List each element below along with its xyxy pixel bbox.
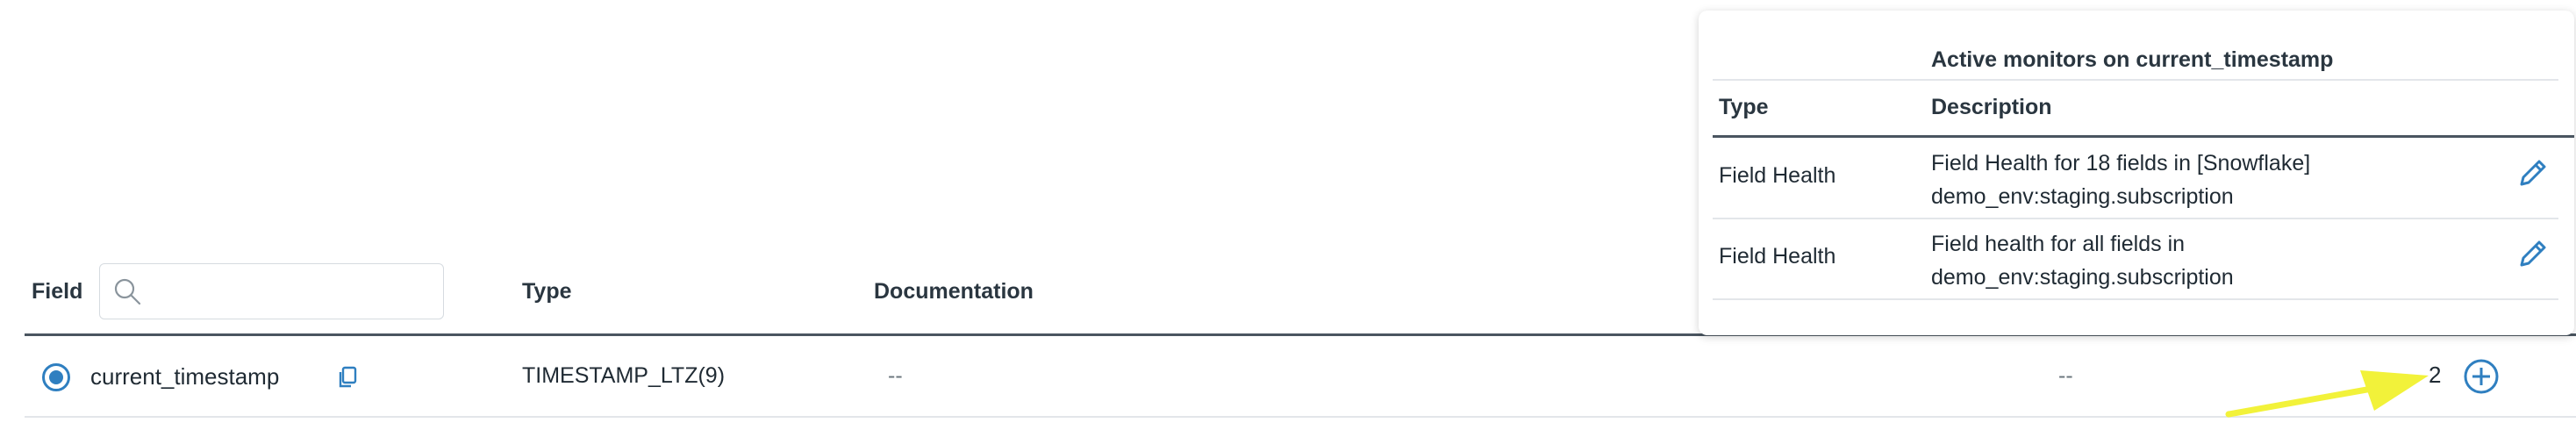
monitor-description-line: Field Health for 18 fields in [Snowflake…: [1931, 151, 2311, 176]
search-icon: [114, 278, 141, 305]
copy-icon[interactable]: [335, 364, 361, 391]
popover-header-divider: [1713, 135, 2574, 138]
row-select-radio[interactable]: [42, 363, 70, 391]
active-monitors-popover: Active monitors on current_timestamp Typ…: [1699, 11, 2574, 335]
popover-title-divider: [1713, 79, 2558, 81]
popover-type-header: Type: [1719, 95, 1769, 119]
field-type: TIMESTAMP_LTZ(9): [522, 363, 726, 388]
popover-title: Active monitors on current_timestamp: [1931, 47, 2334, 72]
field-name: current_timestamp: [90, 363, 280, 390]
page: Field Type Documentation current_timesta…: [0, 0, 2576, 430]
monitor-description-line: Field health for all fields in: [1931, 232, 2186, 256]
arrow-annotation: [2225, 370, 2429, 418]
popover-description-header: Description: [1931, 95, 2052, 119]
field-search-box[interactable]: [99, 263, 444, 319]
monitor-row-divider: [1713, 218, 2558, 219]
monitor-description-line: demo_env:staging.subscription: [1931, 265, 2234, 290]
monitor-type: Field Health: [1719, 163, 1836, 188]
edit-pencil-icon[interactable]: [2515, 235, 2551, 272]
type-column-header: Type: [522, 279, 572, 304]
monitor-description-line: demo_env:staging.subscription: [1931, 184, 2234, 209]
field-documentation: --: [888, 363, 903, 388]
add-circle-icon[interactable]: [2462, 357, 2501, 396]
field-column5-value: --: [2058, 363, 2073, 388]
row-divider: [25, 416, 2576, 418]
edit-pencil-icon[interactable]: [2515, 154, 2551, 191]
documentation-column-header: Documentation: [874, 279, 1034, 304]
monitor-row-divider: [1713, 298, 2558, 300]
monitor-type: Field Health: [1719, 244, 1836, 269]
monitor-description: Field Health for 18 fields in [Snowflake…: [1931, 147, 2475, 213]
field-search-input[interactable]: [153, 273, 433, 310]
monitor-description: Field health for all fields in demo_env:…: [1931, 227, 2475, 294]
field-column-header: Field: [32, 279, 83, 304]
